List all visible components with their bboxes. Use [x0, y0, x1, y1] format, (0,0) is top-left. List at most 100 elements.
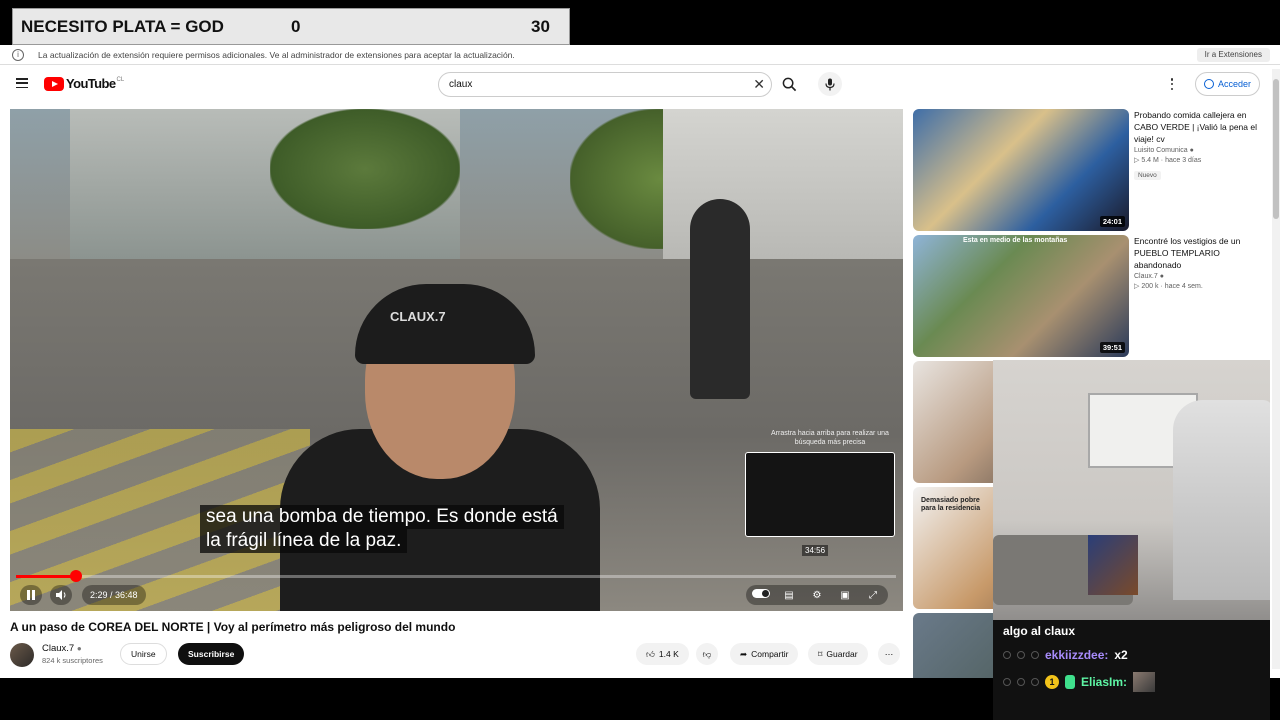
gaming-chair [1173, 400, 1270, 600]
settings-gear-icon[interactable]: ⚙ [808, 590, 826, 601]
chat-username[interactable]: ekkiizzdee: [1045, 648, 1108, 662]
hamburger-menu-icon[interactable] [16, 78, 28, 88]
channel-name[interactable]: Claux.7 ● [42, 643, 82, 654]
live-icon: ▷ [1134, 283, 1140, 290]
search-value: claux [449, 79, 473, 90]
video-duration: 24:01 [1099, 216, 1125, 227]
go-to-extensions-button[interactable]: Ir a Extensiones [1196, 48, 1270, 62]
live-icon: ▷ [1134, 157, 1140, 164]
emote-icon [1133, 672, 1156, 692]
subtitles-icon[interactable]: ▤ [780, 590, 798, 601]
pause-icon [27, 590, 35, 600]
recommendation-item[interactable]: Esta en medio de las montañas 39:51 Enco… [913, 235, 1273, 357]
like-button[interactable]: 👍︎ 1.4 K [636, 643, 689, 665]
pause-button[interactable] [20, 585, 42, 605]
recommendation-title[interactable]: Encontré los vestigios de un PUEBLO TEMP… [1134, 235, 1262, 271]
page-scrollbar[interactable] [1272, 69, 1280, 669]
share-icon: ➦ [740, 648, 748, 659]
chat-message: ekkiizzdee: x2 [1003, 645, 1128, 665]
caption-line-2: la frágil línea de la paz. [200, 529, 408, 553]
progress-bar[interactable] [16, 570, 896, 582]
logo-text: YouTube [66, 76, 116, 91]
delete-icon[interactable] [1031, 678, 1039, 686]
goal-title: NECESITO PLATA = GOD [21, 16, 224, 36]
goal-target: 30 [531, 16, 550, 36]
fullscreen-icon[interactable]: ⤢ [864, 590, 882, 601]
chat-message: algo al claux [1003, 624, 1076, 638]
bits-badge-icon [1065, 675, 1075, 689]
thumbnail-caption: Esta en medio de las montañas [963, 237, 1068, 244]
bookmark-icon: ⌑ [818, 648, 823, 659]
sign-in-button[interactable]: Acceder [1195, 72, 1261, 96]
recommendation-stats: ▷ 5.4 M · hace 3 días [1134, 157, 1202, 164]
sign-in-label: Acceder [1218, 79, 1252, 89]
search-input[interactable]: claux ✕ [438, 72, 772, 97]
player-controls: 2:29 / 36:48 ▤ ⚙ ▣ ⤢ [10, 583, 903, 607]
ban-icon[interactable] [1003, 651, 1011, 659]
recommendation-thumbnail[interactable]: Esta en medio de las montañas 39:51 [913, 235, 1129, 357]
chat-text: x2 [1114, 648, 1128, 662]
goal-current: 0 [291, 16, 301, 36]
search-button[interactable] [776, 72, 802, 97]
time-display: 2:29 / 36:48 [82, 585, 146, 605]
player-right-controls: ▤ ⚙ ▣ ⤢ [746, 585, 888, 605]
streamer-webcam [993, 360, 1270, 627]
video-title: A un paso de COREA DEL NORTE | Voy al pe… [10, 620, 456, 634]
verified-icon: ● [1189, 147, 1194, 154]
search-icon [782, 77, 796, 92]
miniplayer-icon[interactable]: ▣ [836, 590, 854, 601]
recommendation-item[interactable]: 24:01 Probando comida callejera en CABO … [913, 109, 1273, 231]
new-badge: Nuevo [1134, 171, 1161, 180]
microphone-icon [825, 78, 835, 90]
channel-row: Claux.7 ● 824 k suscriptores Unirse Susc… [10, 641, 903, 669]
thumbs-down-icon: 👎︎ [702, 648, 712, 659]
settings-kebab-icon[interactable] [1170, 78, 1174, 90]
chat-username[interactable]: EliasIm: [1081, 675, 1127, 689]
presenter: CLAUX.7 [240, 229, 620, 611]
voice-search-button[interactable] [818, 72, 842, 96]
video-player[interactable]: CLAUX.7 sea una bomba de tiempo. Es dond… [10, 109, 903, 611]
subscribe-button[interactable]: Suscribirse [178, 643, 245, 665]
recommendation-stats: ▷ 200 k · hace 4 sem. [1134, 283, 1203, 290]
seek-hint: Arrastra hacia arriba para realizar una … [771, 430, 889, 446]
autoplay-toggle[interactable] [752, 589, 770, 601]
volume-button[interactable] [50, 585, 72, 605]
subscriber-count: 824 k suscriptores [42, 656, 103, 665]
thumbnail-caption: Demasiado pobre para la residencia [921, 497, 981, 512]
channel-avatar[interactable] [10, 643, 34, 667]
recommendation-thumbnail[interactable]: 24:01 [913, 109, 1129, 231]
info-icon: i [12, 48, 24, 61]
youtube-header: YouTube CL claux ✕ Acceder [0, 66, 1270, 104]
video-duration: 39:51 [1099, 342, 1125, 353]
recommendation-channel[interactable]: Claux.7 ● [1134, 273, 1262, 280]
logo-country: CL [116, 76, 125, 83]
timeout-icon[interactable] [1017, 678, 1025, 686]
verified-icon: ● [76, 644, 82, 653]
chat-message: 1 EliasIm: [1003, 672, 1156, 692]
caption-line-1: sea una bomba de tiempo. Es donde está [200, 505, 564, 529]
more-horiz-icon: ⋯ [884, 648, 894, 659]
volume-icon [55, 590, 65, 600]
save-button[interactable]: ⌑ Guardar [808, 643, 868, 665]
more-actions-button[interactable]: ⋯ [878, 643, 900, 665]
sub-badge-icon: 1 [1045, 675, 1059, 689]
share-button[interactable]: ➦ Compartir [730, 643, 799, 665]
screen: NECESITO PLATA = GOD 0 30 i La actualiza… [0, 0, 1280, 720]
progress-played [16, 575, 76, 578]
timeout-icon[interactable] [1017, 651, 1025, 659]
verified-icon: ● [1159, 273, 1164, 280]
scrubber-handle[interactable] [69, 570, 82, 582]
clear-search-icon[interactable]: ✕ [753, 76, 765, 93]
join-button[interactable]: Unirse [120, 643, 167, 665]
ban-icon[interactable] [1003, 678, 1011, 686]
delete-icon[interactable] [1031, 651, 1039, 659]
dislike-button[interactable]: 👎︎ [696, 643, 718, 665]
recommendation-title[interactable]: Probando comida callejera en CABO VERDE … [1134, 109, 1262, 145]
stream-chat: algo al claux ekkiizzdee: x2 1 EliasIm: [993, 620, 1270, 720]
user-icon [1204, 79, 1214, 89]
thumbs-up-icon: 👍︎ [646, 648, 655, 659]
recommendation-channel[interactable]: Luisito Comunica ● [1134, 147, 1262, 154]
youtube-logo[interactable]: YouTube CL [44, 76, 124, 91]
seek-preview-thumbnail [745, 452, 895, 537]
youtube-play-icon [44, 76, 64, 91]
